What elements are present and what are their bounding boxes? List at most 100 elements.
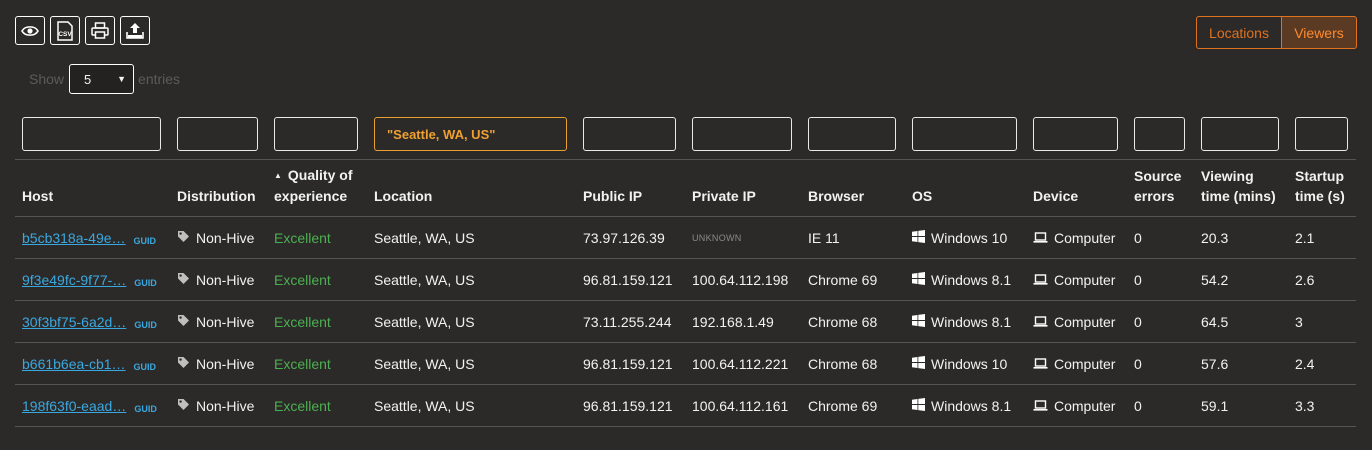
- browser-cell: Chrome 68: [808, 313, 878, 330]
- location-cell: Seattle, WA, US: [374, 355, 475, 372]
- eye-icon: [21, 25, 39, 36]
- header-source-errors-line2: errors: [1134, 188, 1175, 204]
- windows-icon: [912, 397, 925, 414]
- header-os[interactable]: OS: [912, 186, 932, 206]
- private-ip-cell: 192.168.1.49: [692, 313, 774, 330]
- device-value: Computer: [1054, 271, 1116, 288]
- header-startup-time-line1: Startup: [1295, 168, 1344, 184]
- host-link[interactable]: 30f3bf75-6a2d…: [22, 314, 126, 330]
- header-public-ip[interactable]: Public IP: [583, 186, 642, 206]
- host-cell: b661b6ea-cb1… GUID: [22, 343, 156, 384]
- browser-filter-input[interactable]: [808, 117, 896, 151]
- quality-filter-input[interactable]: [274, 117, 358, 151]
- host-cell: 30f3bf75-6a2d… GUID: [22, 301, 157, 342]
- table-row: b5cb318a-49e… GUID Non-Hive Excellent Seattl…: [0, 217, 1372, 259]
- header-distribution[interactable]: Distribution: [177, 186, 256, 206]
- startup-time-cell: 3.3: [1295, 397, 1315, 414]
- host-link[interactable]: b5cb318a-49e…: [22, 230, 126, 246]
- guid-badge[interactable]: GUID: [134, 404, 157, 414]
- startup-time-cell: 2.1: [1295, 229, 1315, 246]
- viewing-time-cell: 54.2: [1201, 271, 1229, 288]
- row-divider: [15, 426, 1356, 427]
- source-errors-filter-input[interactable]: [1134, 117, 1185, 151]
- tag-icon: [177, 230, 190, 246]
- table-header: Host Distribution ▲ Quality of experience…: [0, 160, 1372, 216]
- guid-badge[interactable]: GUID: [134, 320, 157, 330]
- header-quality[interactable]: ▲ Quality of experience: [274, 165, 352, 206]
- source-errors-cell: 0: [1134, 355, 1142, 372]
- header-startup-time-line2: time (s): [1295, 188, 1345, 204]
- guid-badge[interactable]: GUID: [134, 236, 157, 246]
- header-private-ip[interactable]: Private IP: [692, 186, 756, 206]
- tag-icon: [177, 398, 190, 414]
- printer-icon: [91, 22, 109, 39]
- viewing-time-filter-input[interactable]: [1201, 117, 1279, 151]
- startup-time-cell: 3: [1295, 313, 1303, 330]
- browser-cell: Chrome 68: [808, 355, 878, 372]
- show-label: Show: [29, 71, 65, 87]
- device-value: Computer: [1054, 313, 1116, 330]
- header-host[interactable]: Host: [22, 186, 53, 206]
- distribution-cell: Non-Hive: [177, 343, 254, 384]
- table-row: b661b6ea-cb1… GUID Non-Hive Excellent Seattl…: [0, 343, 1372, 385]
- host-filter-input[interactable]: [22, 117, 161, 151]
- host-link[interactable]: 9f3e49fc-9f77-…: [22, 272, 126, 288]
- viewing-time-cell: 64.5: [1201, 313, 1229, 330]
- distribution-filter-input[interactable]: [177, 117, 258, 151]
- startup-time-filter-input[interactable]: [1295, 117, 1348, 151]
- quality-cell: Excellent: [274, 229, 331, 246]
- laptop-icon: [1033, 314, 1048, 330]
- table-row: 30f3bf75-6a2d… GUID Non-Hive Excellent Seatt…: [0, 301, 1372, 343]
- device-value: Computer: [1054, 355, 1116, 372]
- browser-cell: Chrome 69: [808, 397, 878, 414]
- device-cell: Computer: [1033, 259, 1115, 300]
- header-startup-time[interactable]: Startup time (s): [1295, 166, 1345, 206]
- quality-cell: Excellent: [274, 397, 331, 414]
- header-quality-line1: Quality of: [287, 167, 353, 183]
- viewers-tab[interactable]: Viewers: [1282, 16, 1357, 49]
- quality-cell: Excellent: [274, 271, 331, 288]
- header-source-errors[interactable]: Source errors: [1134, 166, 1181, 206]
- entries-label: entries: [138, 71, 181, 87]
- header-device[interactable]: Device: [1033, 186, 1078, 206]
- windows-icon: [912, 229, 925, 246]
- location-cell: Seattle, WA, US: [374, 229, 475, 246]
- laptop-icon: [1033, 398, 1048, 414]
- locations-tab[interactable]: Locations: [1196, 16, 1282, 49]
- host-link[interactable]: 198f63f0-eaad…: [22, 398, 126, 414]
- quality-cell: Excellent: [274, 313, 331, 330]
- guid-badge[interactable]: GUID: [134, 362, 157, 372]
- header-viewing-time[interactable]: Viewing time (mins): [1201, 166, 1276, 206]
- os-value: Windows 8.1: [931, 313, 1012, 330]
- guid-badge[interactable]: GUID: [134, 278, 157, 288]
- column-filters: "Seattle, WA, US": [0, 117, 1372, 151]
- view-toggle: Locations Viewers: [1196, 16, 1357, 49]
- os-value: Windows 10: [931, 355, 1008, 372]
- export-button[interactable]: [120, 16, 150, 45]
- public-ip-filter-input[interactable]: [583, 117, 676, 151]
- os-value: Windows 8.1: [931, 397, 1012, 414]
- upload-icon: [126, 23, 144, 39]
- source-errors-cell: 0: [1134, 271, 1142, 288]
- os-filter-input[interactable]: [912, 117, 1017, 151]
- os-cell: Windows 10: [912, 343, 1007, 384]
- os-value: Windows 10: [931, 229, 1008, 246]
- private-ip-cell: UNKNOWN: [692, 232, 742, 243]
- device-filter-input[interactable]: [1033, 117, 1118, 151]
- print-button[interactable]: [85, 16, 115, 45]
- private-ip-filter-input[interactable]: [692, 117, 792, 151]
- device-cell: Computer: [1033, 217, 1115, 258]
- column-visibility-button[interactable]: [15, 16, 45, 45]
- host-link[interactable]: b661b6ea-cb1…: [22, 356, 126, 372]
- header-location[interactable]: Location: [374, 186, 432, 206]
- header-quality-line2: experience: [274, 188, 348, 204]
- os-cell: Windows 8.1: [912, 385, 1011, 426]
- host-cell: b5cb318a-49e… GUID: [22, 217, 156, 258]
- location-filter-input[interactable]: "Seattle, WA, US": [374, 117, 567, 151]
- tag-icon: [177, 356, 190, 372]
- csv-export-button[interactable]: CSV: [50, 16, 80, 45]
- distribution-cell: Non-Hive: [177, 217, 254, 258]
- header-browser[interactable]: Browser: [808, 186, 864, 206]
- page-length-select[interactable]: 5 ▼: [69, 64, 135, 94]
- laptop-icon: [1033, 356, 1048, 372]
